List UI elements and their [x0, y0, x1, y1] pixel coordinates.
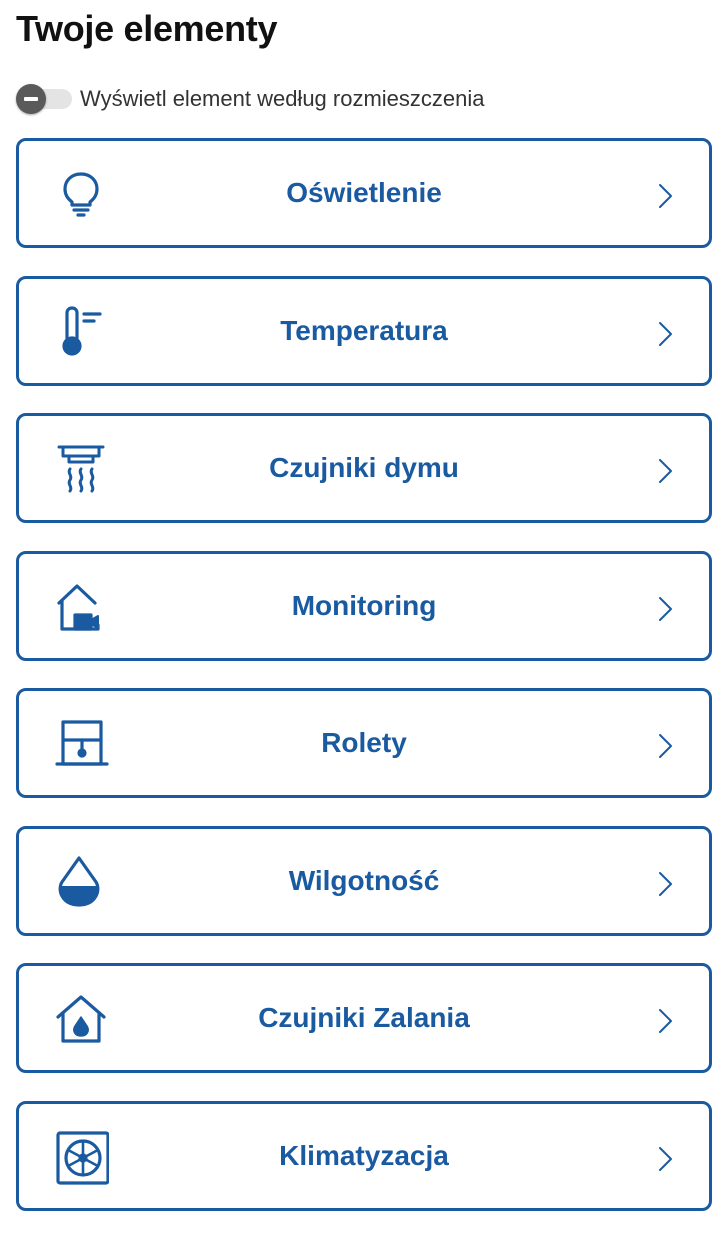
elements-list: Oświetlenie Temperatura Czujniki dymu Mo… — [16, 138, 712, 1234]
chevron-right-icon — [655, 181, 675, 211]
layout-toggle-label: Wyświetl element według rozmieszczenia — [80, 86, 485, 111]
layout-toggle-row: Wyświetl element według rozmieszczenia — [16, 82, 485, 116]
item-label: Oświetlenie — [286, 177, 442, 208]
item-label: Czujniki dymu — [269, 452, 459, 483]
item-flood-sensors[interactable]: Czujniki Zalania — [16, 963, 712, 1073]
item-humidity[interactable]: Wilgotność — [16, 825, 712, 936]
item-label: Rolety — [321, 727, 407, 758]
item-label: Wilgotność — [288, 864, 440, 896]
item-monitoring[interactable]: Monitoring — [16, 550, 712, 661]
item-lighting[interactable]: Oświetlenie — [16, 138, 712, 248]
item-label: Monitoring — [291, 589, 437, 621]
chevron-right-icon — [655, 869, 675, 899]
chevron-right-icon — [655, 456, 675, 486]
page-title: Twoje elementy — [16, 8, 278, 49]
chevron-right-icon — [655, 594, 675, 624]
item-label: Klimatyzacja — [279, 1139, 449, 1171]
chevron-right-icon — [655, 1144, 675, 1174]
item-label: Czujniki Zalania — [258, 1002, 470, 1033]
item-blinds[interactable]: Rolety — [16, 688, 712, 798]
chevron-right-icon — [655, 319, 675, 349]
item-label: Temperatura — [280, 314, 448, 346]
item-smoke-detectors[interactable]: Czujniki dymu — [16, 413, 712, 523]
item-temperature[interactable]: Temperatura — [16, 275, 712, 386]
chevron-right-icon — [655, 731, 675, 761]
toggle-knob — [16, 84, 46, 114]
item-air-conditioning[interactable]: Klimatyzacja — [16, 1100, 712, 1211]
layout-toggle-switch[interactable] — [16, 84, 74, 114]
chevron-right-icon — [655, 1006, 675, 1036]
